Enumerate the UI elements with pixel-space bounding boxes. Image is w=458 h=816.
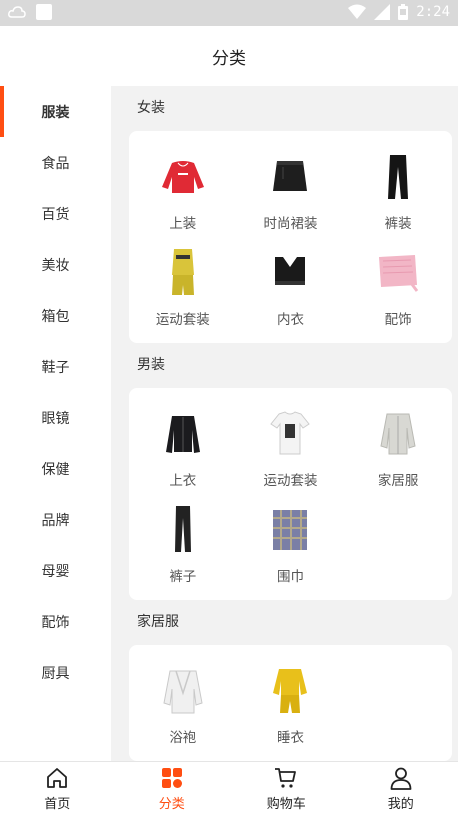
sidebar-item[interactable]: 眼镜 [0, 392, 111, 443]
subcategory-item[interactable]: 浴袍 [129, 657, 237, 753]
plaid-scarf-icon [263, 502, 317, 556]
sidebar-item[interactable]: 箱包 [0, 290, 111, 341]
sidebar-item-label: 鞋子 [42, 357, 70, 377]
signal-icon [374, 4, 390, 20]
subcategory-label: 运动套装 [156, 308, 210, 328]
cloud-icon [8, 5, 26, 19]
sidebar-item[interactable]: 服装 [0, 86, 111, 137]
sidebar-item[interactable]: 品牌 [0, 494, 111, 545]
subcategory-item[interactable]: 运动套装 [237, 400, 345, 496]
subcategory-item[interactable]: 上装 [129, 143, 237, 239]
sidebar-item-label: 眼镜 [42, 408, 70, 428]
wifi-icon [348, 4, 366, 20]
category-card: 上装 时尚裙装 裤装运动套装 内衣 配饰 [129, 131, 452, 343]
category-icon [160, 766, 184, 790]
category-card: 浴袍 睡衣 [129, 645, 452, 761]
sidebar-item[interactable]: 美妆 [0, 239, 111, 290]
black-bra-icon [263, 245, 317, 299]
subcategory-item[interactable]: 时尚裙装 [237, 143, 345, 239]
category-content[interactable]: 女装上装时尚裙装裤装运动套装内衣配饰男装上衣运动套装家居服裤子围巾家居服浴袍睡衣 [111, 86, 458, 761]
category-sidebar: 服装食品百货美妆箱包鞋子眼镜保健品牌母婴配饰厨具 [0, 86, 111, 761]
subcategory-label: 裤装 [385, 212, 412, 232]
status-bar: 2:24 [0, 0, 458, 26]
sidebar-item[interactable]: 食品 [0, 137, 111, 188]
white-bathrobe-icon [156, 663, 210, 717]
sidebar-item-label: 配饰 [42, 612, 70, 632]
sidebar-item[interactable]: 保健 [0, 443, 111, 494]
black-pants-icon [371, 149, 425, 203]
sidebar-item[interactable]: 母婴 [0, 545, 111, 596]
page-title: 分类 [0, 26, 458, 86]
subcategory-label: 上衣 [169, 469, 196, 489]
subcategory-item[interactable]: 上衣 [129, 400, 237, 496]
sidebar-item-label: 食品 [42, 153, 70, 173]
subcategory-item[interactable]: 围巾 [237, 496, 345, 592]
subcategory-item[interactable]: 内衣 [237, 239, 345, 335]
subcategory-label: 浴袍 [169, 726, 196, 746]
subcategory-item[interactable]: 配饰 [344, 239, 452, 335]
sidebar-item-label: 母婴 [42, 561, 70, 581]
cart-icon [274, 766, 298, 790]
subcategory-item[interactable]: 裤子 [129, 496, 237, 592]
sidebar-item-label: 服装 [42, 102, 70, 122]
battery-icon [398, 4, 408, 20]
section-title: 女装 [111, 86, 458, 131]
sidebar-item-label: 美妆 [42, 255, 70, 275]
sidebar-item-label: 保健 [42, 459, 70, 479]
yellow-sportswear-icon [156, 245, 210, 299]
section-title: 家居服 [111, 600, 458, 645]
subcategory-label: 内衣 [277, 308, 304, 328]
subcategory-item[interactable]: 家居服 [344, 400, 452, 496]
tab-label: 我的 [388, 793, 414, 812]
tab-profile[interactable]: 我的 [344, 762, 458, 816]
subcategory-label: 家居服 [378, 469, 419, 489]
subcategory-item[interactable]: 运动套装 [129, 239, 237, 335]
section-title: 男装 [111, 343, 458, 388]
sidebar-item-label: 厨具 [42, 663, 70, 683]
subcategory-label: 配饰 [385, 308, 412, 328]
category-card: 上衣 运动套装 家居服裤子 围巾 [129, 388, 452, 600]
profile-icon [389, 766, 413, 790]
yellow-pajamas-icon [263, 663, 317, 717]
tab-label: 分类 [159, 793, 185, 812]
sidebar-item[interactable]: 配饰 [0, 596, 111, 647]
sidebar-item[interactable]: 厨具 [0, 647, 111, 698]
clock-text: 2:24 [416, 4, 450, 20]
tab-cart[interactable]: 购物车 [229, 762, 344, 816]
sidebar-item[interactable]: 鞋子 [0, 341, 111, 392]
subcategory-label: 时尚裙装 [263, 212, 317, 232]
red-hoodie-icon [156, 149, 210, 203]
bottom-tab-bar: 首页 分类 购物车 我的 [0, 761, 458, 816]
subcategory-label: 运动套装 [263, 469, 317, 489]
tab-category[interactable]: 分类 [115, 762, 230, 816]
tab-label: 首页 [44, 793, 70, 812]
subcategory-label: 睡衣 [277, 726, 304, 746]
app-square-icon [36, 4, 52, 20]
subcategory-item[interactable]: 裤装 [344, 143, 452, 239]
black-skirt-icon [263, 149, 317, 203]
sidebar-item-label: 箱包 [42, 306, 70, 326]
black-trousers-icon [156, 502, 210, 556]
home-icon [45, 766, 69, 790]
subcategory-label: 裤子 [169, 565, 196, 585]
tab-label: 购物车 [267, 793, 306, 812]
black-jacket-icon [156, 406, 210, 460]
sidebar-item-label: 品牌 [42, 510, 70, 530]
grey-pajamas-icon [371, 406, 425, 460]
subcategory-label: 上装 [169, 212, 196, 232]
subcategory-label: 围巾 [277, 565, 304, 585]
pink-scarf-icon [371, 245, 425, 299]
sidebar-item-label: 百货 [42, 204, 70, 224]
tab-home[interactable]: 首页 [0, 762, 115, 816]
white-tshirt-icon [263, 406, 317, 460]
subcategory-item[interactable]: 睡衣 [237, 657, 345, 753]
sidebar-item[interactable]: 百货 [0, 188, 111, 239]
